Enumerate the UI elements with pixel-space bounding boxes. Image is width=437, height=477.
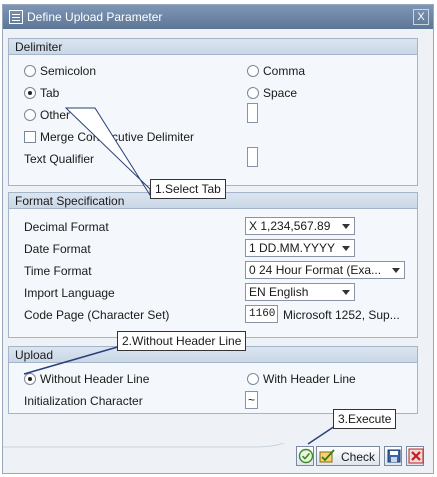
delimiter-group: Delimiter Semicolon Comma Tab Space Othe… <box>8 38 418 186</box>
semicolon-label: Semicolon <box>40 64 97 78</box>
init-char-label: Initialization Character <box>24 394 143 408</box>
language-label: Import Language <box>24 286 115 300</box>
callout-without-header: 2.Without Header Line <box>117 331 247 351</box>
tab-radio[interactable] <box>24 87 36 99</box>
merge-label: Merge Consecutive Delimiter <box>40 130 195 144</box>
other-label: Other <box>40 108 71 122</box>
decimal-label: Decimal Format <box>24 220 109 234</box>
callout-select-tab: 1.Select Tab <box>150 179 226 199</box>
without-header-label: Without Header Line <box>40 372 150 386</box>
merge-option[interactable]: Merge Consecutive Delimiter <box>9 127 417 147</box>
merge-checkbox[interactable] <box>24 131 36 143</box>
decimal-format-select[interactable]: X 1,234,567.89 <box>245 217 355 235</box>
codepage-input[interactable]: 1160 <box>245 305 278 323</box>
semicolon-radio[interactable] <box>24 65 36 77</box>
upload-parameter-dialog: Define Upload Parameter X Delimiter Semi… <box>2 4 434 474</box>
chevron-down-icon <box>342 246 350 251</box>
check-icon <box>319 449 335 463</box>
dialog-icon <box>9 10 23 24</box>
date-row: Date Format 1 DD.MM.YYYY <box>9 239 417 259</box>
with-header-radio[interactable] <box>247 373 259 385</box>
codepage-description: Microsoft 1252, Sup... <box>283 308 400 322</box>
header-line-options: Without Header Line With Header Line <box>9 369 417 389</box>
save-button[interactable] <box>384 446 402 466</box>
date-value: 1 DD.MM.YYYY <box>249 241 336 255</box>
text-qualifier-label: Text Qualifier <box>24 152 95 166</box>
delimiter-header: Delimiter <box>9 39 417 55</box>
execute-icon <box>298 448 314 464</box>
language-value: EN English <box>249 285 309 299</box>
space-radio[interactable] <box>247 87 259 99</box>
time-value: 0 24 Hour Format (Exa... <box>249 263 382 277</box>
import-language-select[interactable]: EN English <box>245 283 355 301</box>
comma-radio[interactable] <box>247 65 259 77</box>
with-header-label: With Header Line <box>263 372 356 386</box>
time-label: Time Format <box>24 264 92 278</box>
other-delimiter-input[interactable] <box>247 103 258 123</box>
comma-label: Comma <box>263 64 306 78</box>
title-bar: Define Upload Parameter X <box>3 5 433 29</box>
check-button[interactable]: Check <box>316 446 380 466</box>
chevron-down-icon <box>342 290 350 295</box>
other-option[interactable]: Other <box>9 103 417 125</box>
callout-execute: 3.Execute <box>333 409 397 429</box>
codepage-row: Code Page (Character Set) 1160 Microsoft… <box>9 305 417 325</box>
close-button[interactable]: X <box>413 9 429 25</box>
dialog-title: Define Upload Parameter <box>27 10 163 24</box>
check-label: Check <box>341 450 376 464</box>
text-qualifier-row: Text Qualifier <box>9 147 417 169</box>
language-row: Import Language EN English <box>9 283 417 303</box>
time-format-select[interactable]: 0 24 Hour Format (Exa... <box>245 261 405 279</box>
chevron-down-icon <box>392 268 400 273</box>
tab-option[interactable]: Tab Space <box>9 83 417 103</box>
codepage-label: Code Page (Character Set) <box>24 308 170 322</box>
date-format-select[interactable]: 1 DD.MM.YYYY <box>245 239 355 257</box>
chevron-down-icon <box>342 224 350 229</box>
cancel-icon <box>408 448 424 464</box>
format-group: Format Specification Decimal Format X 1,… <box>8 192 418 338</box>
execute-button[interactable] <box>296 446 314 466</box>
cancel-button[interactable] <box>406 446 424 466</box>
semicolon-option[interactable]: Semicolon Comma <box>9 61 417 81</box>
init-char-row: Initialization Character ~ <box>9 391 417 411</box>
save-icon <box>387 449 401 463</box>
space-label: Space <box>263 86 298 100</box>
init-char-input[interactable]: ~ <box>245 391 258 409</box>
tab-label: Tab <box>40 86 60 100</box>
text-qualifier-input[interactable] <box>247 147 258 167</box>
other-radio[interactable] <box>24 109 36 121</box>
without-header-radio[interactable] <box>24 373 36 385</box>
upload-group: Upload Without Header Line With Header L… <box>8 346 418 414</box>
date-label: Date Format <box>24 242 91 256</box>
decimal-row: Decimal Format X 1,234,567.89 <box>9 217 417 237</box>
decimal-value: X 1,234,567.89 <box>249 219 331 233</box>
time-row: Time Format 0 24 Hour Format (Exa... <box>9 261 417 281</box>
